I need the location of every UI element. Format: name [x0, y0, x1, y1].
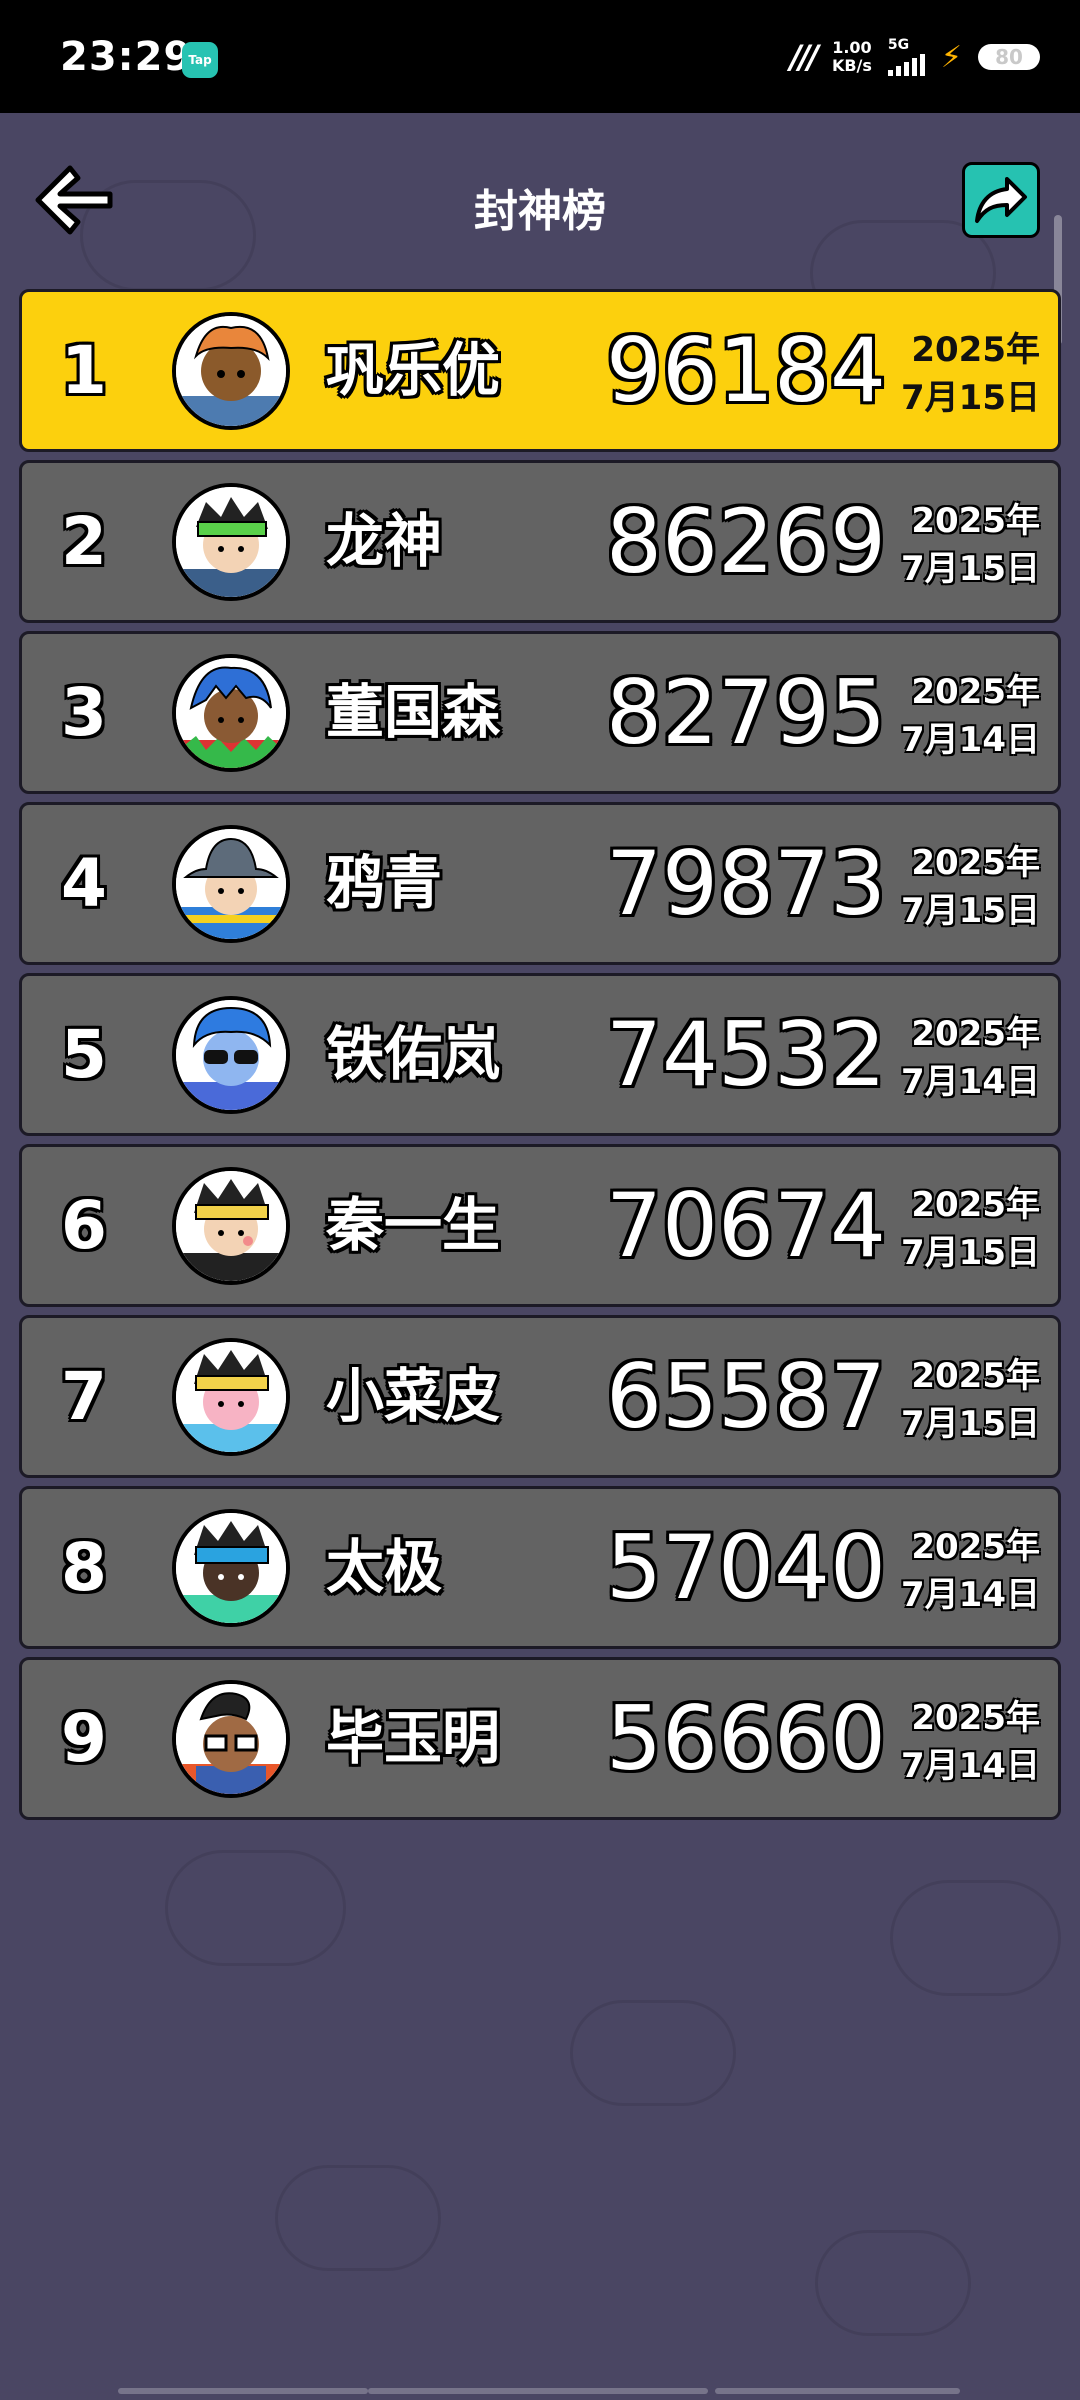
- player-name: 铁佑岚: [326, 1020, 501, 1088]
- status-bar: 23:29 Tap /// 1.00 KB/s 5G ⚡ 80: [0, 0, 1080, 113]
- cloud-decoration: [165, 1850, 346, 1966]
- rank-number: 3: [61, 674, 107, 751]
- status-time: 23:29: [60, 34, 193, 80]
- leaderboard-row: 8 太极 57040 2025年 7月14日: [19, 1486, 1061, 1649]
- player-name: 董国森: [326, 678, 501, 746]
- player-name: 毕玉明: [326, 1704, 501, 1772]
- record-date: 2025年 7月15日: [901, 1181, 1040, 1277]
- rank-number: 9: [61, 1700, 107, 1777]
- leaderboard-row: 4 鸦青 79873 2025年 7月15日: [19, 802, 1061, 965]
- blue-cap-avatar-icon: [172, 1509, 290, 1627]
- share-icon: [975, 177, 1027, 223]
- record-day: 7月15日: [901, 1233, 1040, 1273]
- sunglasses-avatar-icon: [172, 996, 290, 1114]
- rank-number: 5: [61, 1016, 107, 1093]
- record-day: 7月14日: [901, 1062, 1040, 1102]
- record-year: 2025年: [911, 1527, 1040, 1567]
- page-title: 封神榜: [474, 186, 606, 237]
- bottom-indicator: [0, 2388, 1080, 2400]
- cloud-decoration: [815, 2230, 971, 2336]
- player-score: 57040: [606, 1516, 886, 1619]
- bucket-hat-avatar-icon: [172, 825, 290, 943]
- share-button[interactable]: [962, 162, 1040, 238]
- arrow-left-icon: [35, 165, 113, 235]
- battery-indicator: 80: [978, 44, 1040, 70]
- leaderboard-row: 5 铁佑岚 74532 2025年 7月14日: [19, 973, 1061, 1136]
- network-speed-value: 1.00: [832, 38, 872, 57]
- record-date: 2025年 7月14日: [901, 1523, 1040, 1619]
- yellow-headband-avatar-icon: [172, 1167, 290, 1285]
- record-year: 2025年: [911, 1185, 1040, 1225]
- leaderboard-row: 2 龙神 86269 2025年 7月15日: [19, 460, 1061, 623]
- record-date: 2025年 7月15日: [901, 326, 1040, 422]
- record-date: 2025年 7月15日: [901, 839, 1040, 935]
- leaderboard-row: 3 董国森 82795 2025年 7月14日: [19, 631, 1061, 794]
- record-date: 2025年 7月14日: [901, 1694, 1040, 1790]
- glasses-avatar-icon: [172, 1680, 290, 1798]
- player-score: 82795: [606, 661, 886, 764]
- record-day: 7月14日: [901, 1746, 1040, 1786]
- rank-number: 4: [61, 845, 107, 922]
- player-name: 龙神: [326, 507, 443, 575]
- leaderboard-row: 7 小菜皮 65587 2025年 7月15日: [19, 1315, 1061, 1478]
- signal-icon: 5G: [887, 37, 925, 76]
- cloud-decoration: [275, 2165, 441, 2271]
- record-day: 7月15日: [901, 549, 1040, 589]
- signal-label: 5G: [887, 37, 910, 53]
- player-name: 太极: [326, 1533, 443, 1601]
- blue-hair-avatar-icon: [172, 654, 290, 772]
- record-year: 2025年: [911, 1698, 1040, 1738]
- player-score: 96184: [606, 319, 886, 422]
- player-score: 79873: [606, 832, 886, 935]
- rank-number: 2: [61, 503, 107, 580]
- leaderboard-row: 6 秦一生 70674 2025年 7月15日: [19, 1144, 1061, 1307]
- player-score: 65587: [606, 1345, 886, 1448]
- record-day: 7月14日: [901, 720, 1040, 760]
- rank-number: 7: [61, 1358, 107, 1435]
- rank-number: 6: [61, 1187, 107, 1264]
- pink-face-avatar-icon: [172, 1338, 290, 1456]
- record-year: 2025年: [911, 1356, 1040, 1396]
- leaderboard-row: 1 巩乐优 96184 2025年 7月15日: [19, 289, 1061, 452]
- orange-hair-avatar-icon: [172, 312, 290, 430]
- record-year: 2025年: [911, 1014, 1040, 1054]
- player-name: 巩乐优: [326, 336, 501, 404]
- record-day: 7月15日: [901, 891, 1040, 931]
- player-name: 鸦青: [326, 849, 443, 917]
- record-year: 2025年: [911, 843, 1040, 883]
- hd-icon: ///: [789, 38, 819, 76]
- green-headband-avatar-icon: [172, 483, 290, 601]
- network-speed-unit: KB/s: [831, 56, 872, 75]
- record-day: 7月15日: [901, 1404, 1040, 1444]
- cloud-decoration: [890, 1880, 1061, 1996]
- network-speed: 1.00 KB/s: [832, 39, 872, 75]
- record-year: 2025年: [911, 501, 1040, 541]
- record-year: 2025年: [911, 330, 1040, 370]
- record-year: 2025年: [911, 672, 1040, 712]
- player-score: 70674: [606, 1174, 886, 1277]
- player-name: 小菜皮: [326, 1362, 501, 1430]
- cloud-decoration: [570, 2000, 736, 2106]
- player-score: 74532: [606, 1003, 886, 1106]
- record-date: 2025年 7月14日: [901, 1010, 1040, 1106]
- tap-app-icon: Tap: [182, 42, 218, 78]
- record-day: 7月15日: [901, 378, 1040, 418]
- rank-number: 1: [61, 332, 107, 409]
- player-name: 秦一生: [326, 1191, 501, 1259]
- record-date: 2025年 7月14日: [901, 668, 1040, 764]
- rank-number: 8: [61, 1529, 107, 1606]
- charging-icon: ⚡: [940, 39, 962, 75]
- leaderboard-row: 9 毕玉明 56660 2025年 7月14日: [19, 1657, 1061, 1820]
- player-score: 56660: [606, 1687, 886, 1790]
- back-button[interactable]: [30, 160, 120, 240]
- player-score: 86269: [606, 490, 886, 593]
- record-date: 2025年 7月15日: [901, 497, 1040, 593]
- record-date: 2025年 7月15日: [901, 1352, 1040, 1448]
- record-day: 7月14日: [901, 1575, 1040, 1615]
